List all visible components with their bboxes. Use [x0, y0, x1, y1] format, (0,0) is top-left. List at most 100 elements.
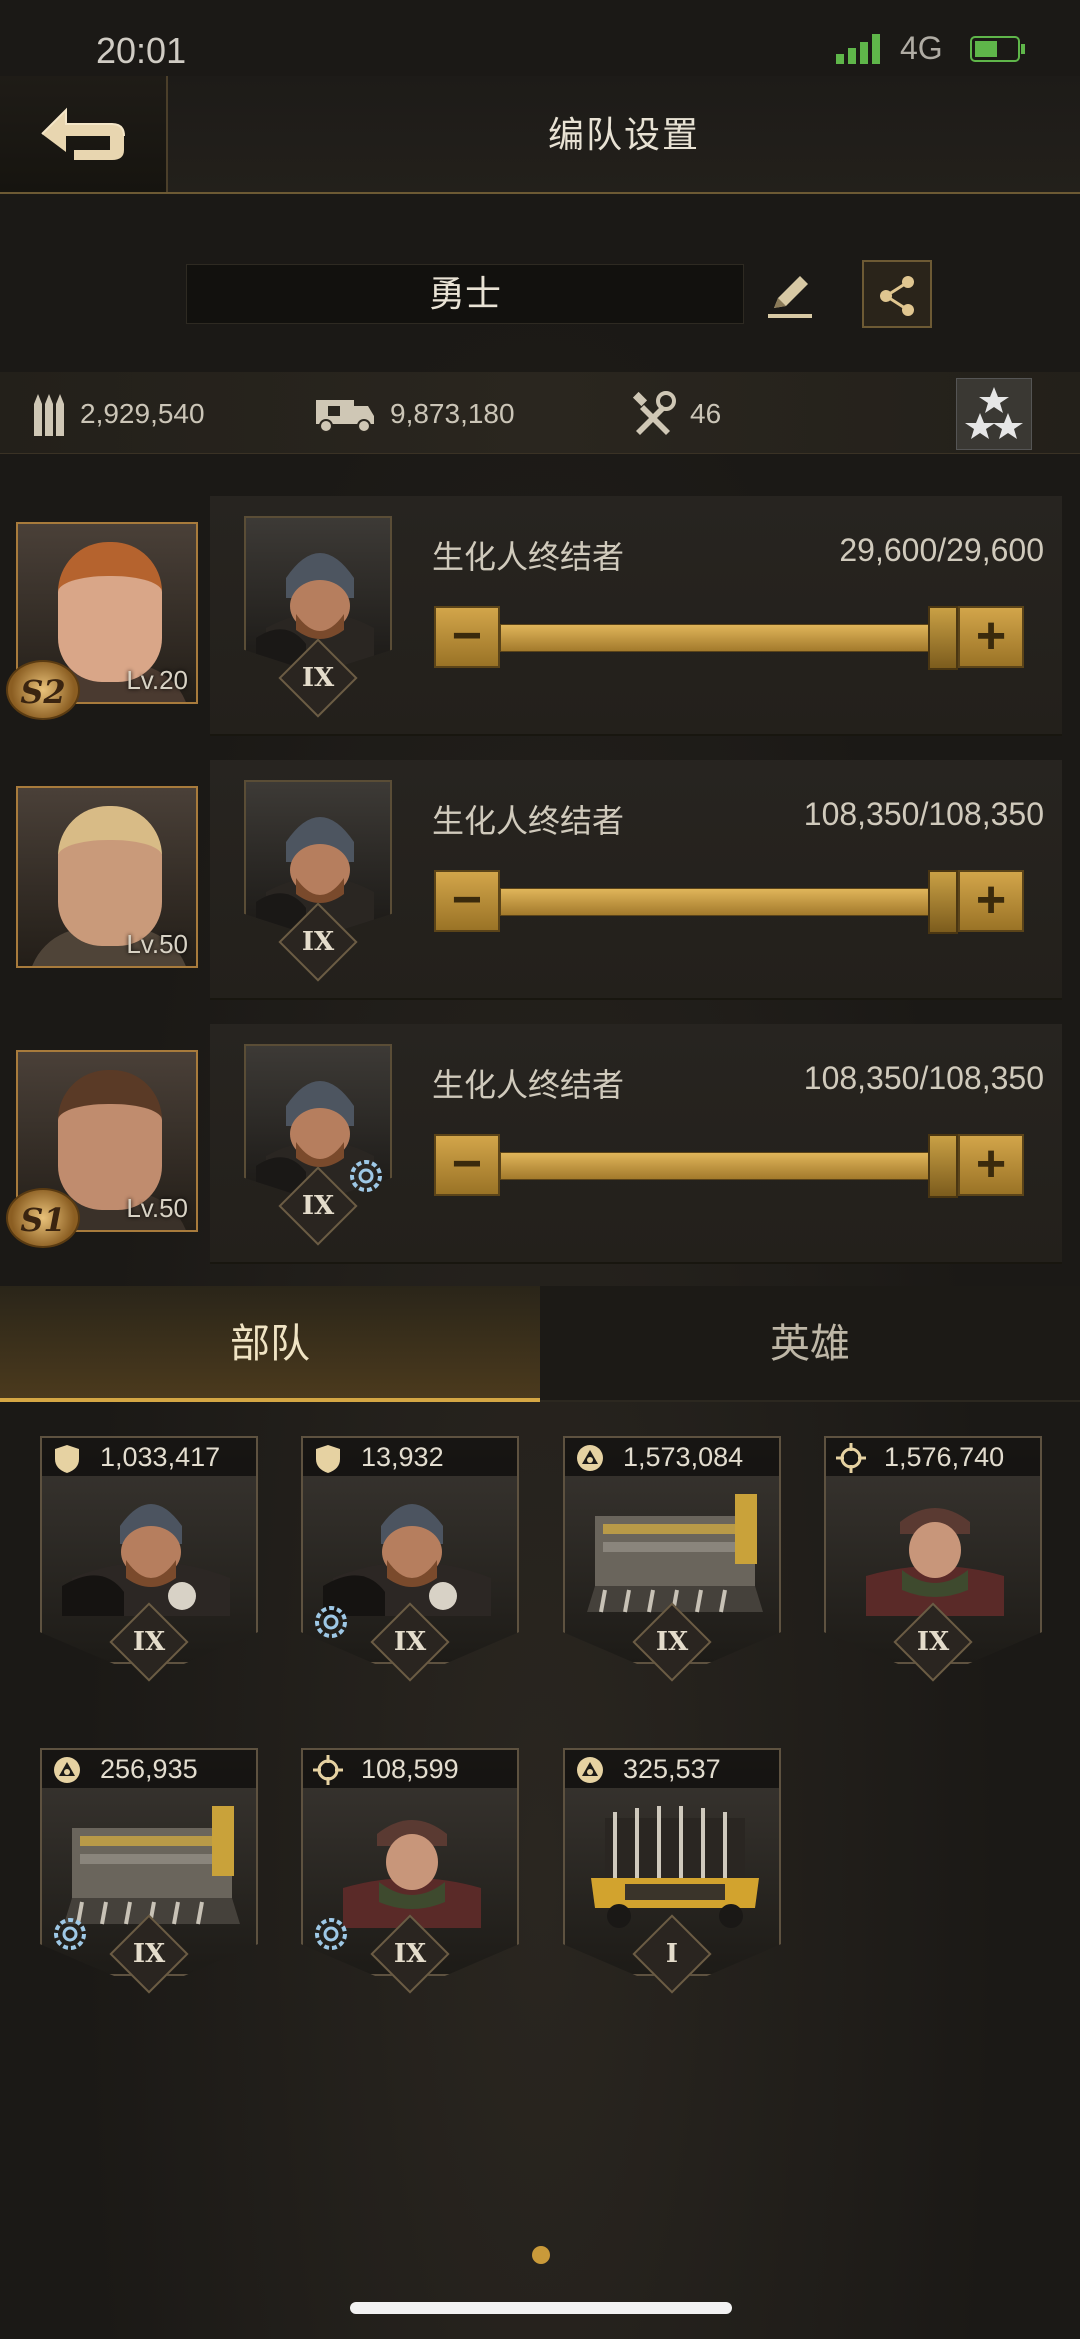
- unit-count: 325,537: [623, 1754, 721, 1784]
- back-button[interactable]: [0, 76, 168, 192]
- shield-icon: [55, 1445, 79, 1473]
- squad-row: Lv.50 S1 IX 生化人终结者 108,350/108,350 − +: [0, 1024, 1080, 1264]
- vehicle-icon: [54, 1757, 80, 1783]
- troop-name: 生化人终结者: [432, 539, 625, 575]
- formation-name-field[interactable]: 勇士: [186, 264, 744, 324]
- decrease-button[interactable]: −: [434, 870, 500, 932]
- troop-slider[interactable]: [500, 888, 958, 916]
- shield-icon: [316, 1445, 340, 1473]
- unit-header: 13,932: [303, 1438, 517, 1476]
- vehicle-icon: [577, 1757, 603, 1783]
- crosshair-icon: [836, 1443, 866, 1473]
- unit-art: [62, 1504, 230, 1616]
- ammo-value: 2,929,540: [80, 398, 205, 429]
- page-title: 编队设置: [547, 114, 700, 155]
- page-indicator-dot: [532, 2246, 550, 2264]
- ammo-stat: 2,929,540: [32, 392, 205, 436]
- increase-button[interactable]: +: [958, 606, 1024, 668]
- tab-bar: 部队 英雄: [0, 1286, 1080, 1404]
- squad-row: Lv.50 IX 生化人终结者 108,350/108,350 − +: [0, 760, 1080, 1000]
- unit-tier-label: I: [665, 1939, 679, 1969]
- unit-header: 108,599: [303, 1750, 517, 1788]
- troop-slider[interactable]: [500, 1152, 958, 1180]
- stars-button[interactable]: [956, 378, 1032, 450]
- load-value: 9,873,180: [390, 398, 515, 429]
- unit-count: 1,576,740: [884, 1442, 1005, 1472]
- unit-card[interactable]: 1,573,084 IX: [563, 1436, 781, 1684]
- boost-gear-icon: [54, 1918, 86, 1950]
- load-stat: 9,873,180: [314, 392, 515, 436]
- decrease-button[interactable]: −: [434, 606, 500, 668]
- unit-tier-label: IX: [393, 1939, 427, 1969]
- unit-count: 256,935: [100, 1754, 198, 1784]
- crosshair-icon: [313, 1755, 343, 1785]
- unit-header: 1,576,740: [826, 1438, 1040, 1476]
- repair-value: 46: [690, 398, 722, 429]
- slider-handle[interactable]: [928, 606, 958, 670]
- slider-fill: [501, 1153, 957, 1179]
- hero-level: Lv.50: [126, 1193, 188, 1223]
- unit-count: 1,573,084: [623, 1442, 744, 1472]
- stars-icon: [965, 387, 1023, 439]
- slider-handle[interactable]: [928, 870, 958, 934]
- unit-count: 1,033,417: [100, 1442, 221, 1472]
- tab-hero[interactable]: 英雄: [540, 1286, 1080, 1402]
- unit-card[interactable]: 325,537 I: [563, 1748, 781, 1996]
- squad-row: Lv.20 S2 IX 生化人终结者 29,600/29,600 − +: [0, 496, 1080, 736]
- unit-tier-label: IX: [655, 1627, 689, 1657]
- season-badge: S2: [6, 660, 80, 720]
- hero-face: [58, 1070, 162, 1210]
- repair-stat: 46: [630, 391, 722, 436]
- decrease-button[interactable]: −: [434, 1134, 500, 1196]
- troop-count: 29,600/29,600: [839, 532, 1044, 568]
- troop-name: 生化人终结者: [432, 1067, 625, 1103]
- unit-card[interactable]: 13,932 IX: [301, 1436, 519, 1684]
- unit-card[interactable]: 108,599 IX: [301, 1748, 519, 1996]
- boost-gear-icon: [315, 1606, 347, 1638]
- ammo-icon: [34, 394, 64, 436]
- share-icon: [880, 276, 914, 316]
- unit-tier-label: IX: [132, 1939, 166, 1969]
- unit-card[interactable]: 256,935 IX: [40, 1748, 258, 1996]
- unit-header: 256,935: [42, 1750, 256, 1788]
- unit-art: [323, 1504, 491, 1616]
- unit-art: [591, 1806, 759, 1928]
- share-button[interactable]: [862, 260, 932, 328]
- pencil-icon[interactable]: [764, 268, 816, 320]
- unit-count: 13,932: [361, 1442, 444, 1472]
- signal-icon: [836, 34, 880, 64]
- troop-tier-label: IX: [301, 663, 335, 693]
- troop-count: 108,350/108,350: [803, 1060, 1044, 1096]
- unit-art: [587, 1494, 763, 1613]
- increase-button[interactable]: +: [958, 1134, 1024, 1196]
- unit-tier-label: IX: [916, 1627, 950, 1657]
- tools-icon: [632, 391, 676, 435]
- boost-gear-icon: [350, 1160, 382, 1192]
- back-arrow-icon: [41, 107, 125, 160]
- boost-gear-icon: [315, 1918, 347, 1950]
- battery-icon: [970, 36, 1025, 62]
- hero-portrait[interactable]: Lv.50: [16, 786, 198, 968]
- tab-army[interactable]: 部队: [0, 1286, 540, 1402]
- hero-face: [58, 542, 162, 682]
- unit-card[interactable]: 1,033,417 IX: [40, 1436, 258, 1684]
- troop-slider[interactable]: [500, 624, 958, 652]
- unit-tier-label: IX: [132, 1627, 166, 1657]
- network-type: 4G: [900, 30, 943, 66]
- unit-art: [64, 1806, 240, 1925]
- header: 编队设置: [0, 76, 1080, 194]
- vehicle-icon: [577, 1445, 603, 1471]
- unit-header: 1,573,084: [565, 1438, 779, 1476]
- unit-tier-label: IX: [393, 1627, 427, 1657]
- unit-count: 108,599: [361, 1754, 459, 1784]
- season-badge: S1: [6, 1188, 80, 1248]
- unit-header: 1,033,417: [42, 1438, 256, 1476]
- increase-button[interactable]: +: [958, 870, 1024, 932]
- home-indicator: [350, 2302, 732, 2314]
- slider-handle[interactable]: [928, 1134, 958, 1198]
- truck-icon: [316, 400, 374, 433]
- troop-count: 108,350/108,350: [803, 796, 1044, 832]
- unit-art: [343, 1820, 481, 1928]
- unit-card[interactable]: 1,576,740 IX: [824, 1436, 1042, 1684]
- status-time: 20:01: [96, 30, 187, 71]
